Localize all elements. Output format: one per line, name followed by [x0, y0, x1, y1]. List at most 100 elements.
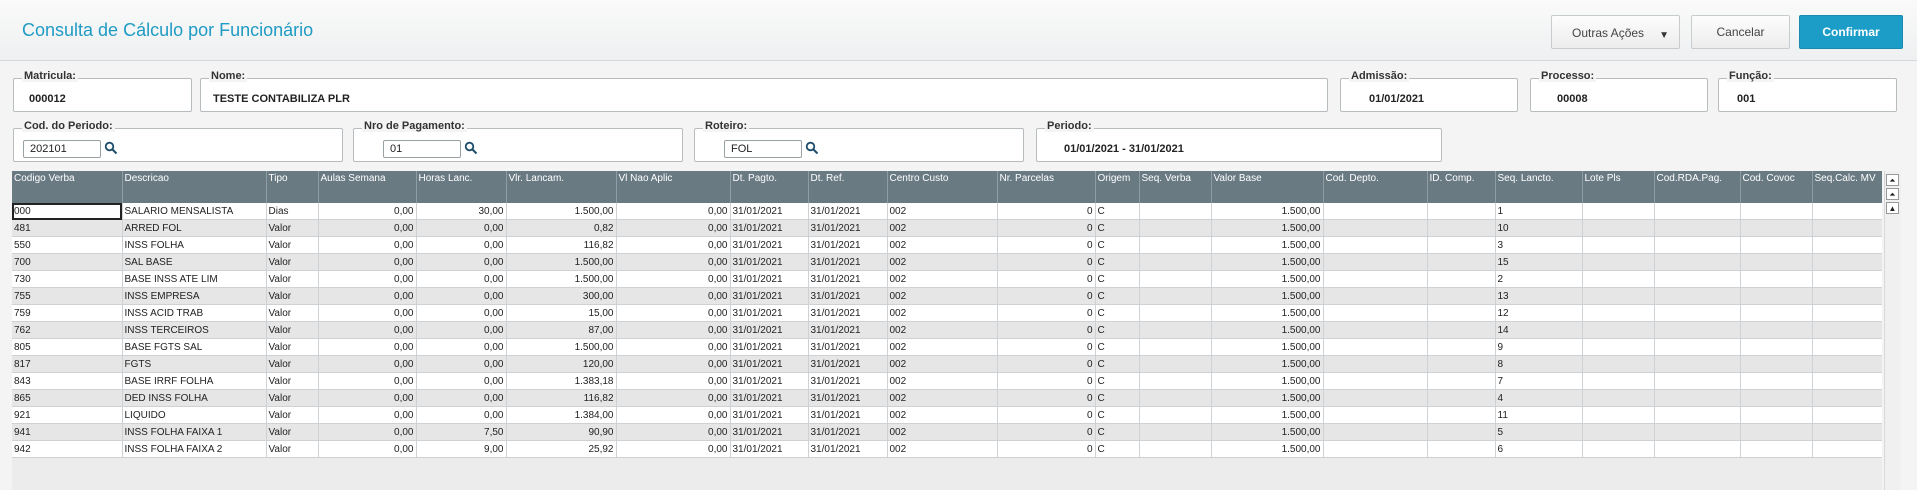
grid-header-cell[interactable]: Valor Base: [1211, 171, 1324, 203]
table-cell[interactable]: [1740, 203, 1813, 220]
table-cell[interactable]: C: [1095, 203, 1140, 220]
table-cell[interactable]: [1740, 236, 1813, 254]
table-cell[interactable]: [1654, 406, 1741, 424]
table-cell[interactable]: [1654, 253, 1741, 271]
table-cell[interactable]: 0,00: [616, 338, 731, 356]
table-cell[interactable]: 0,00: [616, 440, 731, 458]
table-cell[interactable]: [1139, 287, 1212, 305]
table-cell[interactable]: [1812, 406, 1882, 424]
table-cell[interactable]: 0,00: [616, 406, 731, 424]
table-cell[interactable]: [1139, 406, 1212, 424]
table-cell[interactable]: [1654, 389, 1741, 407]
table-cell[interactable]: 31/01/2021: [808, 338, 888, 356]
table-cell[interactable]: 31/01/2021: [730, 287, 809, 305]
table-cell[interactable]: INSS FOLHA FAIXA 1: [122, 423, 267, 441]
table-cell[interactable]: 0: [997, 355, 1096, 373]
table-cell[interactable]: [1139, 203, 1212, 220]
table-cell[interactable]: 002: [887, 423, 998, 441]
table-cell[interactable]: 1.500,00: [1211, 423, 1324, 441]
table-row[interactable]: 481 ARRED FOL Valor 0,00 0,00 0,82 0,00 31/01/2…: [12, 219, 1882, 237]
table-cell[interactable]: 1.383,18: [506, 372, 617, 390]
table-cell[interactable]: 5: [1495, 423, 1583, 441]
table-cell[interactable]: 1.500,00: [1211, 203, 1324, 220]
table-cell[interactable]: 0,00: [318, 440, 417, 458]
table-row[interactable]: 817 FGTS Valor 0,00 0,00 120,00 0,00 31/01/2021…: [12, 355, 1882, 373]
table-cell[interactable]: Valor: [266, 304, 319, 322]
table-cell[interactable]: [1654, 203, 1741, 220]
table-cell[interactable]: 0: [997, 287, 1096, 305]
table-cell[interactable]: [1654, 423, 1741, 441]
table-cell[interactable]: 31/01/2021: [730, 389, 809, 407]
table-cell[interactable]: 942: [12, 440, 123, 458]
table-cell[interactable]: C: [1095, 372, 1140, 390]
table-cell[interactable]: 0,00: [318, 389, 417, 407]
table-cell[interactable]: Valor: [266, 389, 319, 407]
table-cell[interactable]: 002: [887, 338, 998, 356]
table-row[interactable]: 000 SALARIO MENSALISTA Dias 0,00 30,00 1.500,…: [12, 203, 1882, 220]
grid-header-cell[interactable]: Vl Nao Aplic: [616, 171, 731, 203]
table-cell[interactable]: 921: [12, 406, 123, 424]
table-cell[interactable]: Valor: [266, 440, 319, 458]
table-cell[interactable]: [1812, 219, 1882, 237]
table-cell[interactable]: 0,00: [318, 219, 417, 237]
table-cell[interactable]: [1139, 304, 1212, 322]
table-cell[interactable]: 755: [12, 287, 123, 305]
table-row[interactable]: 805 BASE FGTS SAL Valor 0,00 0,00 1.500,00 0,0…: [12, 338, 1882, 356]
table-cell[interactable]: 31/01/2021: [808, 389, 888, 407]
table-cell[interactable]: 0: [997, 270, 1096, 288]
table-cell[interactable]: LIQUIDO: [122, 406, 267, 424]
table-cell[interactable]: [1654, 440, 1741, 458]
table-row[interactable]: 755 INSS EMPRESA Valor 0,00 0,00 300,00 0,00 31…: [12, 287, 1882, 305]
table-cell[interactable]: [1427, 372, 1496, 390]
table-cell[interactable]: 0: [997, 304, 1096, 322]
table-cell[interactable]: 10: [1495, 219, 1583, 237]
table-cell[interactable]: 941: [12, 423, 123, 441]
table-cell[interactable]: [1582, 338, 1655, 356]
table-cell[interactable]: BASE IRRF FOLHA: [122, 372, 267, 390]
table-cell[interactable]: [1323, 253, 1428, 271]
table-row[interactable]: 762 INSS TERCEIROS Valor 0,00 0,00 87,00 0,00 3…: [12, 321, 1882, 339]
table-cell[interactable]: 12: [1495, 304, 1583, 322]
table-cell[interactable]: 0,00: [318, 423, 417, 441]
table-cell[interactable]: 0,00: [616, 287, 731, 305]
table-cell[interactable]: [1740, 406, 1813, 424]
table-cell[interactable]: [1582, 423, 1655, 441]
table-cell[interactable]: [1139, 355, 1212, 373]
table-cell[interactable]: 0,00: [318, 287, 417, 305]
table-cell[interactable]: 0: [997, 406, 1096, 424]
table-cell[interactable]: 31/01/2021: [808, 423, 888, 441]
table-cell[interactable]: 14: [1495, 321, 1583, 339]
table-cell[interactable]: 002: [887, 406, 998, 424]
table-cell[interactable]: [1139, 253, 1212, 271]
table-cell[interactable]: ARRED FOL: [122, 219, 267, 237]
table-cell[interactable]: [1740, 372, 1813, 390]
table-cell[interactable]: C: [1095, 287, 1140, 305]
table-cell[interactable]: [1582, 236, 1655, 254]
table-cell[interactable]: C: [1095, 270, 1140, 288]
table-cell[interactable]: Valor: [266, 355, 319, 373]
table-cell[interactable]: 13: [1495, 287, 1583, 305]
table-cell[interactable]: 002: [887, 203, 998, 220]
table-cell[interactable]: [1740, 304, 1813, 322]
table-cell[interactable]: [1582, 304, 1655, 322]
table-cell[interactable]: [1427, 287, 1496, 305]
table-cell[interactable]: [1740, 423, 1813, 441]
table-cell[interactable]: [1582, 270, 1655, 288]
table-cell[interactable]: [1812, 321, 1882, 339]
grid-header-cell[interactable]: Centro Custo: [887, 171, 998, 203]
table-cell[interactable]: [1654, 219, 1741, 237]
table-cell[interactable]: 759: [12, 304, 123, 322]
table-cell[interactable]: 0,00: [416, 406, 507, 424]
table-cell[interactable]: 0,00: [416, 372, 507, 390]
grid-header-cell[interactable]: Cod. Covoc: [1740, 171, 1813, 203]
table-cell[interactable]: 0: [997, 389, 1096, 407]
table-cell[interactable]: [1323, 389, 1428, 407]
table-row[interactable]: 865 DED INSS FOLHA Valor 0,00 0,00 116,82 0,00…: [12, 389, 1882, 407]
table-cell[interactable]: INSS TERCEIROS: [122, 321, 267, 339]
table-cell[interactable]: [1427, 253, 1496, 271]
table-cell[interactable]: INSS EMPRESA: [122, 287, 267, 305]
table-cell[interactable]: [1323, 372, 1428, 390]
table-cell[interactable]: 002: [887, 389, 998, 407]
grid-header-cell[interactable]: Descricao: [122, 171, 267, 203]
table-cell[interactable]: [1582, 203, 1655, 220]
